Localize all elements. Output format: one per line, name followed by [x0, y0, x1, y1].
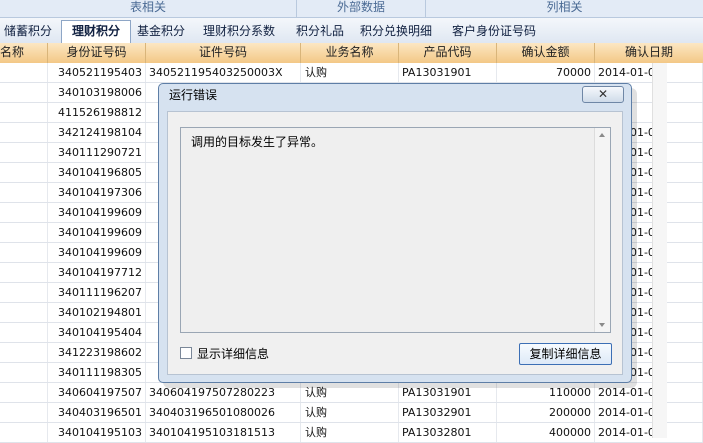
scroll-down-arrow-icon[interactable] [599, 323, 605, 327]
name-cell[interactable] [0, 403, 48, 422]
ribbon-group-bar: 表相关 外部数据 列相关 [0, 0, 703, 18]
name-cell[interactable] [0, 323, 48, 342]
tab-strip: 储蓄积分 理财积分 基金积分 理财积分系数 积分礼品 积分兑换明细 客户身份证号… [0, 18, 703, 44]
ribbon-group-columns: 列相关 [546, 0, 583, 14]
date-cell[interactable]: 2014-01-05 [595, 403, 703, 422]
id-number-cell[interactable]: 341223198602 [48, 343, 146, 362]
copy-details-button[interactable]: 复制详细信息 [519, 343, 612, 365]
tab-points-gifts[interactable]: 积分礼品 [289, 21, 351, 41]
close-icon: ✕ [597, 87, 609, 101]
id-number-cell[interactable]: 340104199609 [48, 243, 146, 262]
error-dialog: 运行错误 ✕ 调用的目标发生了异常。 显示详细信息 复制详细信息 [158, 83, 632, 383]
business-name-cell[interactable]: 认购 [301, 423, 399, 442]
name-cell[interactable] [0, 223, 48, 242]
date-cell[interactable]: 2014-01-05 [595, 423, 703, 442]
name-cell[interactable] [0, 83, 48, 102]
id-number-cell[interactable]: 340104195404 [48, 323, 146, 342]
certificate-number-cell[interactable]: 340104195103181513 [146, 423, 301, 442]
tab-wealth-points[interactable]: 理财积分 [61, 20, 131, 43]
show-details-label: 显示详细信息 [197, 347, 270, 361]
business-name-cell[interactable]: 认购 [301, 403, 399, 422]
ribbon-group-external-data: 外部数据 [297, 0, 426, 17]
name-cell[interactable] [0, 163, 48, 182]
table-row[interactable]: 340104195103 340104195103181513 认购 PA130328… [0, 423, 703, 443]
id-number-cell[interactable]: 340403196501 [48, 403, 146, 422]
name-cell[interactable] [0, 263, 48, 282]
id-number-cell[interactable]: 411526198812 [48, 103, 146, 122]
tab-points-redemption-details[interactable]: 积分兑换明细 [357, 21, 435, 41]
message-scrollbar[interactable] [594, 128, 610, 332]
column-header-product-code[interactable]: 产品代码 [399, 43, 497, 63]
name-cell[interactable] [0, 363, 48, 382]
id-number-cell[interactable]: 340104195103 [48, 423, 146, 442]
error-message-box[interactable]: 调用的目标发生了异常。 [180, 127, 611, 333]
certificate-number-cell[interactable]: 340521195403250003X [146, 63, 301, 82]
name-cell[interactable] [0, 283, 48, 302]
close-button[interactable]: ✕ [582, 86, 624, 103]
name-cell[interactable] [0, 143, 48, 162]
id-number-cell[interactable]: 340102194801 [48, 303, 146, 322]
id-number-cell[interactable]: 340521195403 [48, 63, 146, 82]
name-cell[interactable] [0, 343, 48, 362]
table-row[interactable]: 340521195403 340521195403250003X 认购 PA13031… [0, 63, 703, 83]
name-cell[interactable] [0, 243, 48, 262]
column-header-name[interactable]: 名称 [0, 43, 48, 63]
id-number-cell[interactable]: 340104197306 [48, 183, 146, 202]
grid-vertical-scrollbar[interactable] [652, 63, 667, 438]
business-name-cell[interactable]: 认购 [301, 63, 399, 82]
column-header-confirmed-amount[interactable]: 确认金额 [497, 43, 595, 63]
name-cell[interactable] [0, 63, 48, 82]
date-cell[interactable]: 2014-01-02 [595, 63, 703, 82]
dialog-body: 调用的目标发生了异常。 显示详细信息 复制详细信息 [167, 111, 623, 375]
name-cell[interactable] [0, 123, 48, 142]
tab-customer-id-numbers[interactable]: 客户身份证号码 [443, 21, 545, 41]
table-row[interactable]: 340403196501 340403196501080026 认购 PA130329… [0, 403, 703, 423]
amount-cell[interactable]: 200000 [497, 403, 595, 422]
dialog-title: 运行错误 [169, 88, 218, 102]
id-number-cell[interactable]: 340104199609 [48, 223, 146, 242]
column-header-id-number[interactable]: 身份证号码 [48, 43, 146, 63]
name-cell[interactable] [0, 383, 48, 402]
name-cell[interactable] [0, 183, 48, 202]
product-code-cell[interactable]: PA13031901 [399, 63, 497, 82]
id-number-cell[interactable]: 340111290721 [48, 143, 146, 162]
product-code-cell[interactable]: PA13032801 [399, 423, 497, 442]
name-cell[interactable] [0, 423, 48, 442]
tab-savings-points[interactable]: 储蓄积分 [0, 21, 56, 41]
name-cell[interactable] [0, 303, 48, 322]
error-message-text: 调用的目标发生了异常。 [191, 135, 324, 149]
id-number-cell[interactable]: 340604197507 [48, 383, 146, 402]
column-header-business-name[interactable]: 业务名称 [301, 43, 399, 63]
id-number-cell[interactable]: 340111198305 [48, 363, 146, 382]
column-header-certificate-number[interactable]: 证件号码 [146, 43, 301, 63]
tab-fund-points[interactable]: 基金积分 [132, 21, 190, 41]
id-number-cell[interactable]: 340103198006 [48, 83, 146, 102]
id-number-cell[interactable]: 340111196207 [48, 283, 146, 302]
id-number-cell[interactable]: 340104196805 [48, 163, 146, 182]
id-number-cell[interactable]: 342124198104 [48, 123, 146, 142]
amount-cell[interactable]: 400000 [497, 423, 595, 442]
tab-wealth-points-coefficient[interactable]: 理财积分系数 [195, 21, 283, 41]
product-code-cell[interactable]: PA13032901 [399, 403, 497, 422]
name-cell[interactable] [0, 103, 48, 122]
id-number-cell[interactable]: 340104199609 [48, 203, 146, 222]
column-header-confirmed-date[interactable]: 确认日期 [595, 43, 703, 63]
id-number-cell[interactable]: 340104197712 [48, 263, 146, 282]
scroll-up-arrow-icon[interactable] [599, 133, 605, 137]
ribbon-group-table: 表相关 [0, 0, 297, 17]
certificate-number-cell[interactable]: 340403196501080026 [146, 403, 301, 422]
name-cell[interactable] [0, 203, 48, 222]
grid-header: 名称 身份证号码 证件号码 业务名称 产品代码 确认金额 确认日期 [0, 43, 703, 64]
amount-cell[interactable]: 70000 [497, 63, 595, 82]
show-details-checkbox[interactable] [180, 347, 192, 359]
